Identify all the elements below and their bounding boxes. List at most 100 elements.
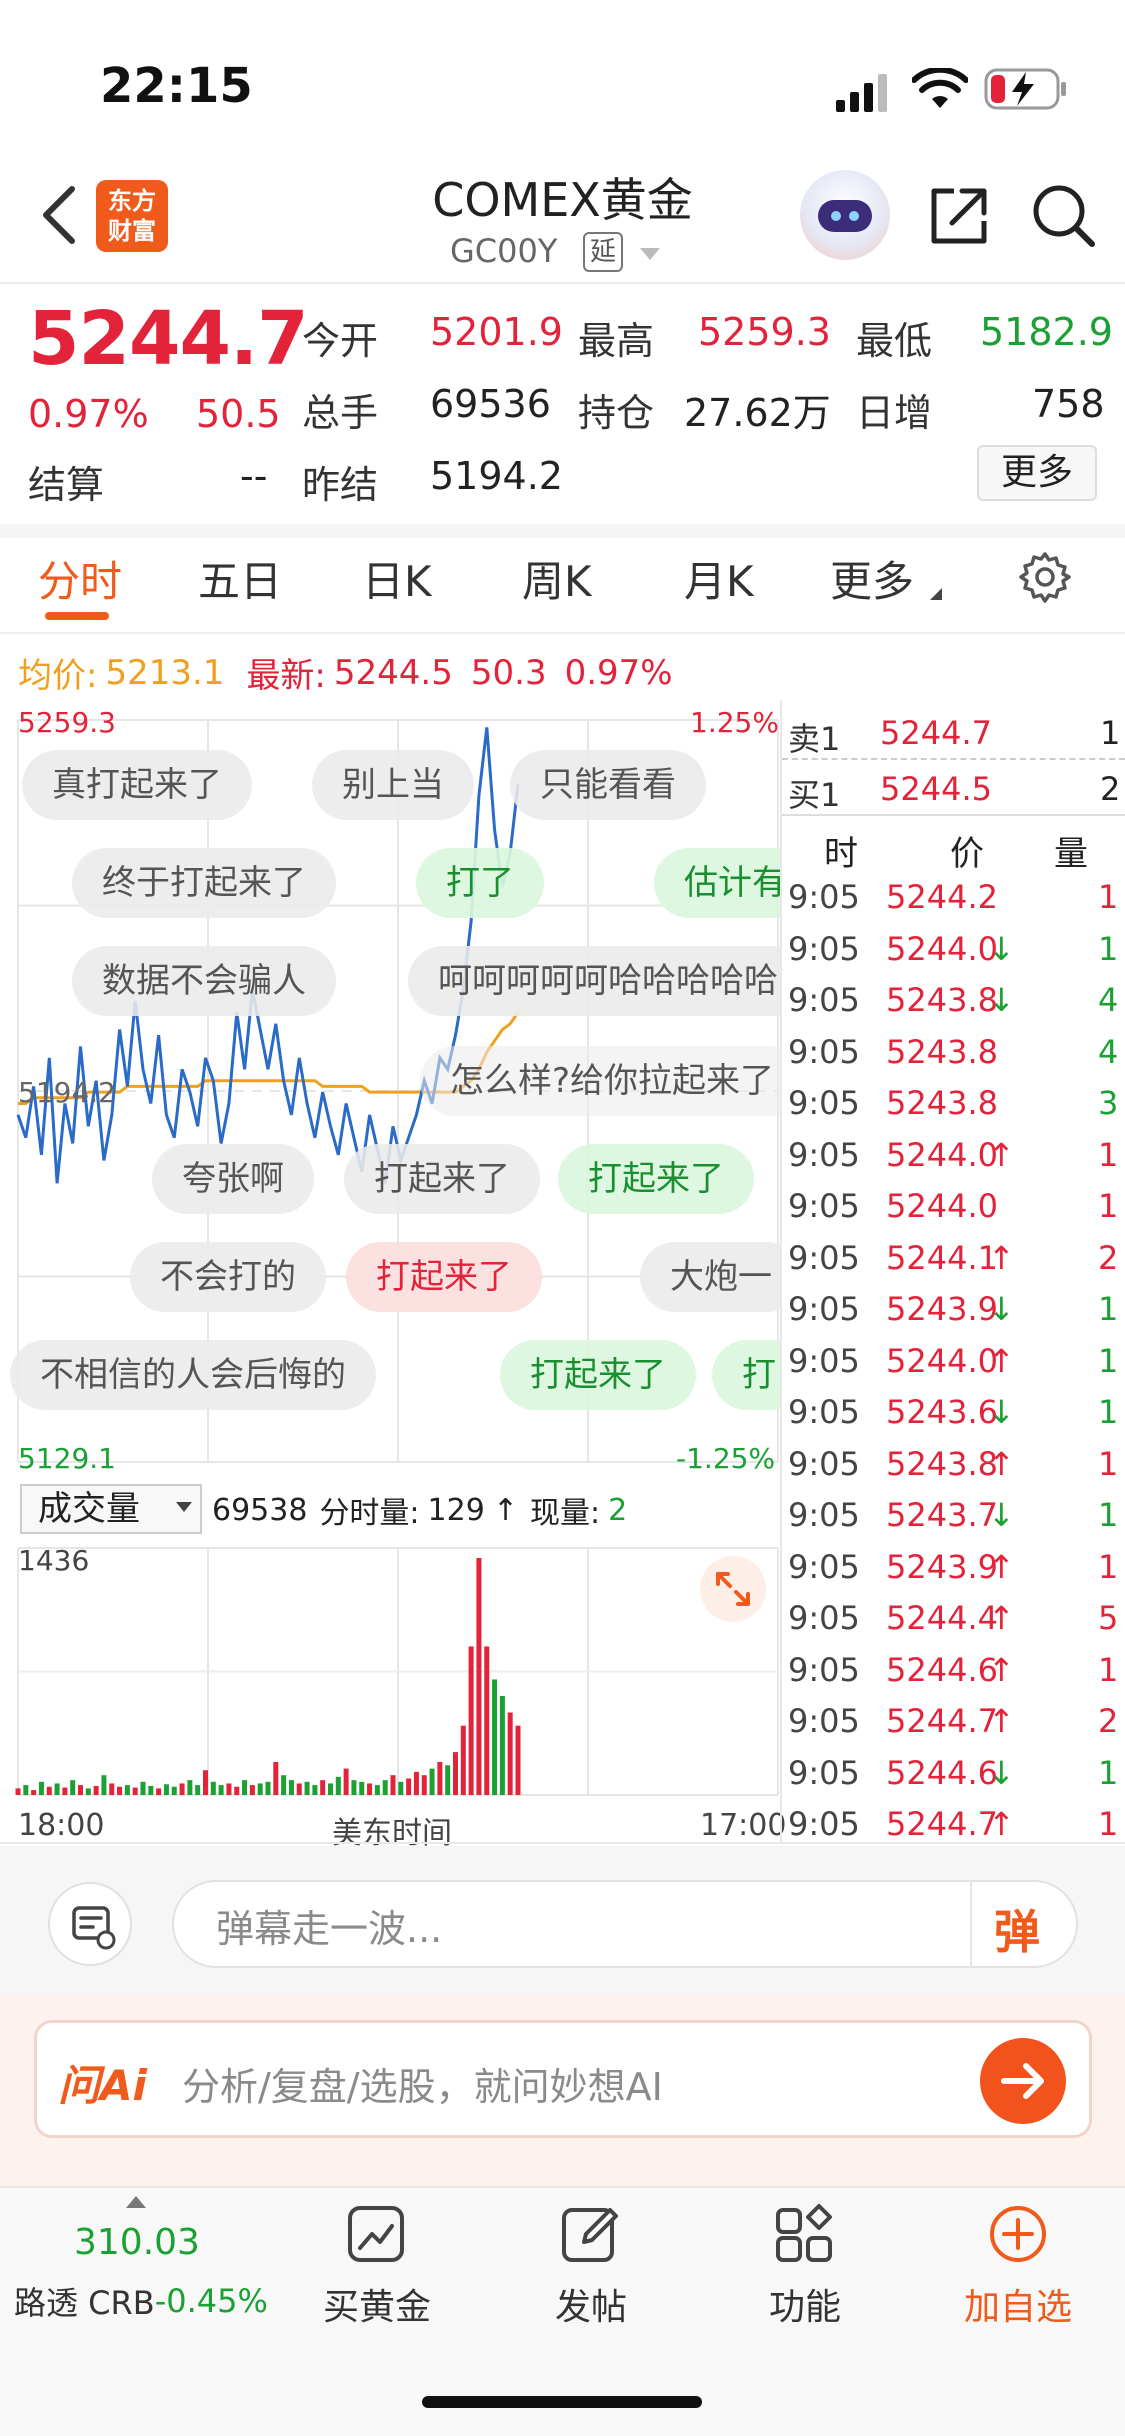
volume-bar	[249, 1785, 255, 1795]
ai-submit-button[interactable]	[980, 2038, 1066, 2124]
expand-chart-icon[interactable]	[700, 1556, 766, 1622]
high-value: 5259.3	[698, 310, 831, 354]
more-quote-button[interactable]: 更多	[977, 445, 1097, 501]
now-volume-value: 2	[608, 1492, 628, 1528]
trade-time: 9:05	[788, 1032, 860, 1071]
functions-grid-icon[interactable]	[772, 2202, 836, 2266]
tick-volume-value: 129	[427, 1492, 485, 1528]
danmu-bubble[interactable]: 真打起来了	[22, 750, 252, 820]
trade-row: 9:05 5243.8 3	[782, 1078, 1125, 1128]
nav-divider	[0, 282, 1125, 284]
danmu-bubble[interactable]: 打起来了	[346, 1242, 542, 1312]
tab-monthly-k[interactable]: 月K	[684, 548, 754, 609]
danmu-bubble[interactable]: 打了	[416, 848, 544, 918]
trade-price: 5244.7	[886, 1805, 998, 1843]
trade-row: 9:05 5244.1 ↑ 2	[782, 1233, 1125, 1283]
trade-price: 5243.8	[886, 1084, 998, 1122]
volume-indicator-select[interactable]: 成交量	[20, 1484, 202, 1534]
post-label[interactable]: 发帖	[526, 2278, 656, 2330]
danmu-send-button[interactable]: 弹	[994, 1896, 1040, 1962]
share-icon[interactable]	[928, 185, 990, 247]
tab-more[interactable]: 更多	[830, 548, 914, 609]
tab-weekly-k[interactable]: 周K	[522, 548, 592, 609]
volume-bar	[171, 1786, 177, 1795]
trade-row: 9:05 5243.8 ↑ 1	[782, 1439, 1125, 1489]
buy-gold-label[interactable]: 买黄金	[312, 2278, 442, 2330]
avg-price-label: 均价:	[18, 656, 98, 696]
trade-row: 9:05 5244.6 ↓ 1	[782, 1748, 1125, 1798]
search-icon[interactable]	[1030, 182, 1096, 248]
volume-bar	[281, 1775, 287, 1795]
trade-time: 9:05	[788, 1187, 860, 1225]
buy-gold-icon[interactable]	[344, 2202, 408, 2266]
volume-bar	[515, 1725, 521, 1795]
volume-bar	[437, 1761, 443, 1795]
volume-bar	[390, 1775, 396, 1795]
volume-bar	[210, 1781, 216, 1795]
trade-row: 9:05 5244.0 ↑ 1	[782, 1336, 1125, 1386]
volume-bar	[492, 1679, 498, 1795]
volume-bar	[101, 1775, 107, 1795]
up-arrow-icon: ↑	[988, 1702, 1015, 1740]
danmu-bubble[interactable]: 不相信的人会后悔的	[10, 1340, 376, 1410]
trade-qty: 1	[1098, 1393, 1119, 1431]
volume-bar	[148, 1785, 154, 1795]
trade-price: 5244.2	[886, 878, 998, 916]
wifi-icon	[912, 68, 968, 108]
functions-label[interactable]: 功能	[740, 2278, 870, 2330]
trade-row: 9:05 5244.4 ↑ 5	[782, 1593, 1125, 1643]
trade-row: 9:05 5243.9 ↑ 1	[782, 1542, 1125, 1592]
low-label: 最低	[856, 319, 933, 363]
danmu-bubble[interactable]: 打起来了	[344, 1144, 540, 1214]
volume-bar	[257, 1783, 263, 1795]
danmu-bubble[interactable]: 打起来了	[500, 1340, 696, 1410]
danmu-bubble[interactable]: 打	[712, 1340, 780, 1410]
ask-price: 5244.7	[880, 714, 992, 752]
danmu-bubble[interactable]: 大炮一	[640, 1242, 780, 1312]
danmu-bubble[interactable]: 怎么样?给你拉起来了	[420, 1046, 780, 1116]
danmu-bubble[interactable]: 不会打的	[130, 1242, 326, 1312]
down-arrow-icon: ↓	[988, 929, 1015, 968]
up-arrow-icon: ↑	[988, 1599, 1015, 1637]
volume-bar	[507, 1712, 513, 1795]
add-watchlist-icon[interactable]	[986, 2202, 1050, 2266]
danmu-bubble[interactable]: 打起来了	[558, 1144, 754, 1214]
index-change: -0.45%	[154, 2282, 268, 2320]
add-watchlist-label[interactable]: 加自选	[950, 2278, 1086, 2330]
up-arrow-icon: ↑	[492, 1492, 518, 1528]
danmu-bubble[interactable]: 估计有	[654, 848, 780, 918]
high-label: 最高	[578, 319, 655, 363]
danmu-bubble[interactable]: 终于打起来了	[72, 848, 336, 918]
trade-price: 5243.8	[886, 981, 998, 1019]
trade-price: 5244.6	[886, 1753, 998, 1792]
open-interest-value: 27.62万	[684, 391, 831, 435]
danmu-bubble[interactable]: 别上当	[312, 750, 474, 820]
trade-qty: 3	[1098, 1084, 1119, 1122]
danmu-settings-icon[interactable]	[48, 1882, 132, 1966]
index-info[interactable]: 路透 CRB -0.45%	[14, 2278, 268, 2324]
trade-row: 9:05 5243.6 ↓ 1	[782, 1387, 1125, 1437]
latest-price-value: 5244.5	[333, 652, 453, 693]
chevron-down-icon	[176, 1502, 192, 1512]
tab-intraday[interactable]: 分时	[38, 548, 122, 609]
volume-bar	[460, 1725, 466, 1795]
trade-qty: 1	[1098, 1650, 1119, 1689]
danmu-bubble[interactable]: 只能看看	[510, 750, 706, 820]
volume-bar	[453, 1752, 458, 1795]
contract-code[interactable]: GC00Y	[450, 232, 557, 270]
contract-dropdown-icon[interactable]	[640, 248, 660, 260]
trade-time: 9:05	[788, 878, 860, 916]
volume-bar	[179, 1783, 185, 1795]
danmu-bubble[interactable]: 呵呵呵呵呵哈哈哈哈哈	[408, 946, 780, 1016]
tab-daily-k[interactable]: 日K	[362, 548, 432, 609]
post-edit-icon[interactable]	[558, 2202, 622, 2266]
index-value[interactable]: 310.03	[74, 2222, 200, 2263]
gear-icon[interactable]	[1018, 550, 1072, 604]
volume-bar	[273, 1761, 279, 1795]
volume-bar	[85, 1788, 91, 1795]
tab-five-day[interactable]: 五日	[198, 548, 282, 609]
trade-price: 5244.7	[886, 1702, 998, 1740]
danmu-bubble[interactable]: 数据不会骗人	[72, 946, 336, 1016]
danmu-bubble[interactable]: 夸张啊	[152, 1144, 314, 1214]
status-time: 22:15	[100, 58, 253, 114]
